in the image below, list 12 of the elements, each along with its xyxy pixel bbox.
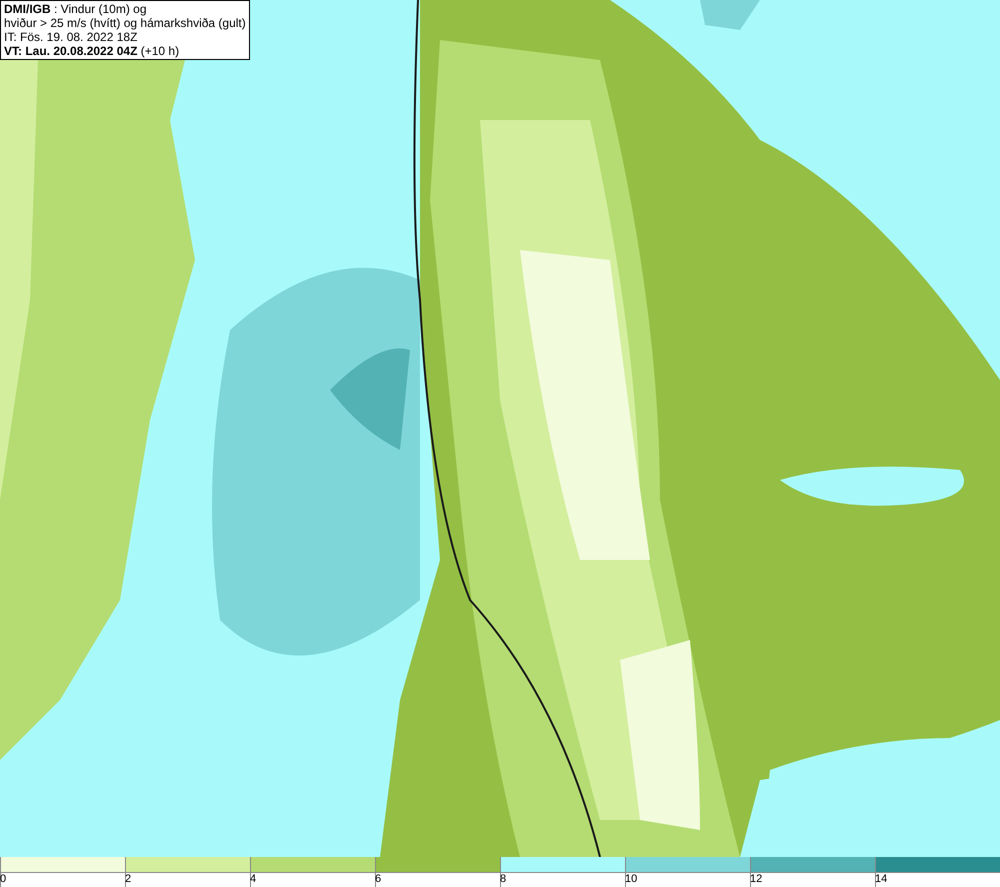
legend-tick-label: 12 <box>750 873 762 886</box>
title-line: DMI/IGB : Vindur (10m) og <box>4 2 148 16</box>
legend-tick-label: 10 <box>625 873 638 886</box>
title-line: IT: Fös. 19. 08. 2022 18Z <box>4 30 138 44</box>
legend-tick-label: 2 <box>125 873 132 886</box>
title-line: hviður > 25 m/s (hvítt) og hámarkshviða (gult) <box>4 16 246 30</box>
legend-tick-label: 6 <box>375 873 382 886</box>
legend-tick-label: 14 <box>875 873 888 886</box>
legend-tick-label: 4 <box>250 873 256 886</box>
legend-tick-label: 8 <box>500 873 506 886</box>
legend-tick-label: 0 <box>0 873 6 886</box>
title-line: VT: Lau. 20.08.2022 04Z (+10 h) <box>4 44 180 58</box>
